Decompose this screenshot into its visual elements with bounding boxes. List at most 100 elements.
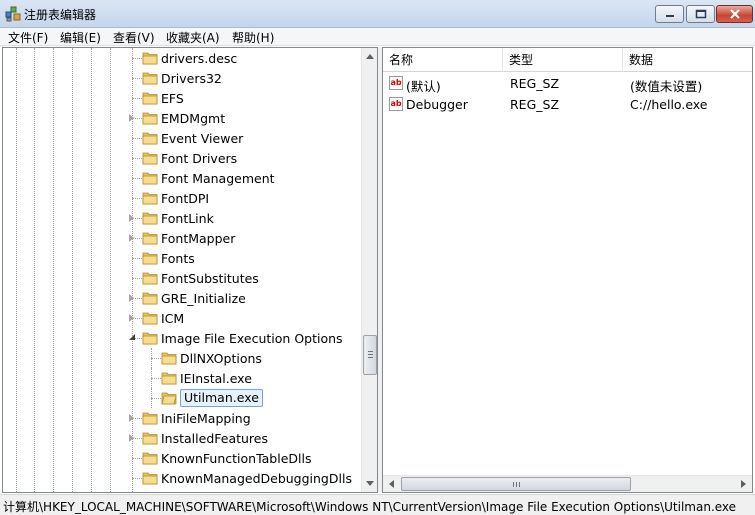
tree-item[interactable]: IEInstal.exe (3, 368, 361, 388)
tree-item[interactable]: Drivers32 (3, 68, 361, 88)
value-type: REG_SZ (510, 76, 560, 91)
tree-item-label[interactable]: EMDMgmt (161, 111, 225, 126)
menu-favorites[interactable]: 收藏夹(A) (166, 29, 220, 46)
tree-item-label[interactable]: Drivers32 (161, 71, 222, 86)
scroll-right-icon[interactable] (741, 480, 746, 488)
tree-item-label[interactable]: Fonts (161, 251, 195, 266)
list-horizontal-scrollbar[interactable] (383, 475, 752, 492)
tree-item[interactable]: InstalledFeatures (3, 428, 361, 448)
tree-item-label[interactable]: Font Management (161, 171, 275, 186)
tree-item-label[interactable]: FontLink (161, 211, 214, 226)
tree-item[interactable]: DllNXOptions (3, 348, 361, 368)
close-button[interactable] (716, 5, 753, 23)
close-icon (729, 9, 740, 19)
tree-vertical-scrollbar[interactable] (361, 48, 377, 492)
value-row[interactable]: ab Debugger REG_SZ C://hello.exe (383, 94, 752, 114)
folder-icon (142, 112, 158, 125)
folder-icon (142, 252, 158, 265)
tree-item-label[interactable]: KnownManagedDebuggingDlls (161, 471, 352, 486)
string-value-icon: ab (389, 76, 403, 90)
tree-item-label[interactable]: FontDPI (161, 191, 209, 206)
expand-icon[interactable] (129, 434, 134, 442)
tree-item[interactable]: KnownManagedDebuggingDlls (3, 468, 361, 488)
folder-icon (161, 352, 177, 365)
values-list[interactable]: 名称 类型 数据 ab (默认) REG_SZ (数值未设置) ab Debugger RE… (382, 47, 753, 493)
scroll-up-icon[interactable] (366, 54, 374, 59)
expand-icon[interactable] (129, 414, 134, 422)
tree-item[interactable]: drivers.desc (3, 48, 361, 68)
scroll-thumb[interactable] (401, 477, 631, 491)
scroll-left-icon[interactable] (389, 480, 394, 488)
tree-connector (132, 58, 142, 59)
tree-item[interactable]: Utilman.exe (3, 388, 361, 408)
tree-item[interactable]: Font Management (3, 168, 361, 188)
tree-connector (132, 258, 142, 259)
folder-icon (142, 192, 158, 205)
tree-item-label[interactable]: DllNXOptions (180, 351, 262, 366)
tree-item[interactable]: FontMapper (3, 228, 361, 248)
tree-item-label[interactable]: Event Viewer (161, 131, 243, 146)
scroll-thumb[interactable] (363, 335, 377, 375)
tree-connector (151, 398, 161, 399)
tree-connector (132, 178, 142, 179)
folder-icon (142, 152, 158, 165)
column-header-type[interactable]: 类型 (503, 48, 623, 72)
grip-line (368, 351, 373, 352)
folder-icon (142, 332, 158, 345)
tree-item-label[interactable]: IniFileMapping (161, 411, 251, 426)
open-folder-icon (161, 392, 177, 405)
tree-connector (132, 158, 142, 159)
tree-item[interactable]: KnownFunctionTableDlls (3, 448, 361, 468)
tree-item-label[interactable]: drivers.desc (161, 51, 237, 66)
tree-item-label[interactable]: FontSubstitutes (161, 271, 259, 286)
maximize-button[interactable] (686, 5, 715, 23)
expand-icon[interactable] (129, 294, 134, 302)
tree-item[interactable]: FontDPI (3, 188, 361, 208)
expand-icon[interactable] (129, 234, 134, 242)
tree-item-label[interactable]: Font Drivers (161, 151, 237, 166)
folder-icon (142, 312, 158, 325)
expand-icon[interactable] (129, 314, 134, 322)
folder-icon (142, 292, 158, 305)
registry-tree[interactable]: drivers.desc Drivers32 EFS EMDMgmt Event Vie… (2, 47, 378, 493)
grip-line (368, 354, 373, 355)
folder-icon (142, 472, 158, 485)
tree-item[interactable]: FontSubstitutes (3, 268, 361, 288)
menu-help[interactable]: 帮助(H) (232, 29, 274, 46)
minimize-icon (665, 15, 674, 17)
tree-item[interactable]: EFS (3, 88, 361, 108)
tree-item[interactable]: Image File Execution Options (3, 328, 361, 348)
scroll-down-icon[interactable] (366, 481, 374, 486)
minimize-button[interactable] (655, 5, 684, 23)
tree-item[interactable]: Event Viewer (3, 128, 361, 148)
tree-item[interactable]: Font Drivers (3, 148, 361, 168)
tree-item-label[interactable]: KnownFunctionTableDlls (161, 451, 312, 466)
column-header-name[interactable]: 名称 (383, 48, 503, 72)
tree-item[interactable]: GRE_Initialize (3, 288, 361, 308)
menu-file[interactable]: 文件(F) (8, 29, 48, 46)
tree-item-label[interactable]: InstalledFeatures (161, 431, 268, 446)
registry-path: 计算机\HKEY_LOCAL_MACHINE\SOFTWARE\Microsof… (3, 500, 737, 514)
tree-item-label[interactable]: IEInstal.exe (180, 371, 252, 386)
tree-item[interactable]: Fonts (3, 248, 361, 268)
list-header: 名称 类型 数据 (383, 48, 752, 72)
tree-item-label[interactable]: Image File Execution Options (161, 331, 343, 346)
grip-line (516, 482, 517, 487)
value-name: Debugger (406, 97, 468, 112)
menu-view[interactable]: 查看(V) (113, 29, 155, 46)
menu-edit[interactable]: 编辑(E) (60, 29, 101, 46)
tree-item-label[interactable]: ICM (161, 311, 184, 326)
tree-item-label[interactable]: Utilman.exe (180, 389, 263, 407)
tree-item[interactable]: FontLink (3, 208, 361, 228)
tree-item[interactable]: ICM (3, 308, 361, 328)
tree-item-label[interactable]: GRE_Initialize (161, 291, 246, 306)
column-header-data[interactable]: 数据 (623, 48, 752, 72)
expand-icon[interactable] (129, 114, 134, 122)
value-row[interactable]: ab (默认) REG_SZ (数值未设置) (383, 73, 752, 94)
tree-item-label[interactable]: FontMapper (161, 231, 235, 246)
tree-item-label[interactable]: EFS (161, 91, 184, 106)
expand-icon[interactable] (129, 214, 134, 222)
tree-item[interactable]: IniFileMapping (3, 408, 361, 428)
tree-item[interactable]: EMDMgmt (3, 108, 361, 128)
collapse-icon[interactable] (129, 334, 135, 340)
